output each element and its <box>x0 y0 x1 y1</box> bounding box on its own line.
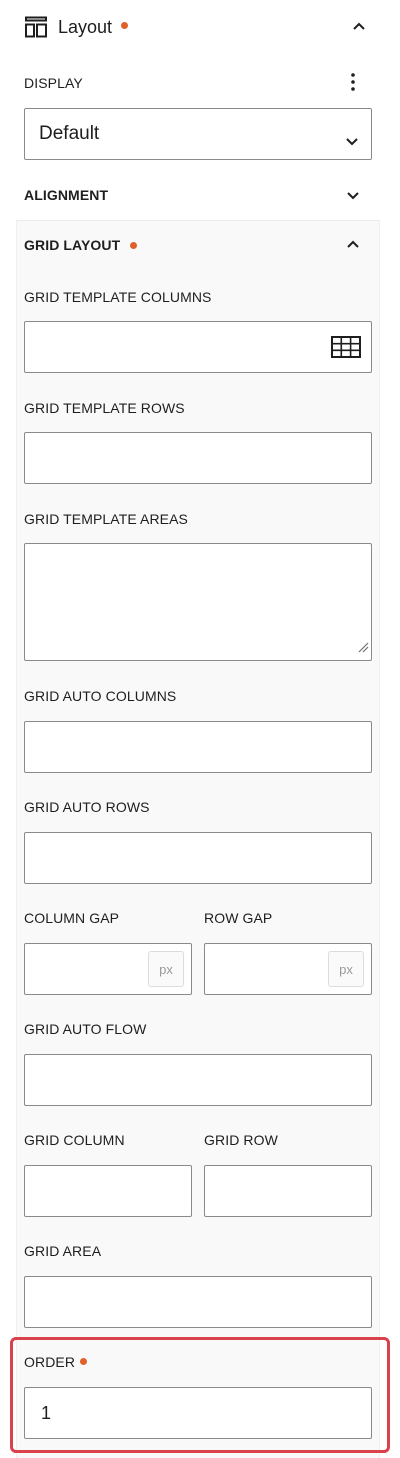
chevron-up-icon <box>346 236 360 254</box>
row-gap-label: ROW GAP <box>204 910 273 926</box>
column-gap-input[interactable]: px <box>24 943 192 995</box>
grid-column-input[interactable] <box>24 1165 192 1217</box>
grid-template-rows-label: GRID TEMPLATE ROWS <box>24 400 185 416</box>
grid-template-areas-label: GRID TEMPLATE AREAS <box>24 511 188 527</box>
order-input[interactable]: 1 <box>24 1387 372 1439</box>
grid-area-label: GRID AREA <box>24 1243 102 1259</box>
grid-auto-columns-input[interactable] <box>24 721 372 773</box>
alignment-label: ALIGNMENT <box>24 187 109 203</box>
grid-template-columns-input[interactable] <box>24 321 372 373</box>
chevron-down-icon <box>345 130 359 152</box>
grid-row-input[interactable] <box>204 1165 372 1217</box>
grid-column-label: GRID COLUMN <box>24 1132 125 1148</box>
grid-auto-rows-label: GRID AUTO ROWS <box>24 799 150 815</box>
grid-template-areas-textarea[interactable] <box>24 543 372 661</box>
chevron-up-icon[interactable] <box>350 18 368 34</box>
display-label: DISPLAY <box>24 75 83 91</box>
modified-indicator-dot <box>121 22 128 29</box>
alignment-section-toggle[interactable]: ALIGNMENT <box>0 178 400 210</box>
modified-indicator-dot <box>80 1358 87 1365</box>
resize-handle-icon[interactable] <box>357 637 369 658</box>
row-gap-unit[interactable]: px <box>328 951 364 987</box>
grid-table-icon[interactable] <box>331 336 361 363</box>
grid-template-columns-label: GRID TEMPLATE COLUMNS <box>24 289 212 305</box>
column-gap-label: COLUMN GAP <box>24 910 120 926</box>
grid-layout-section-toggle[interactable]: GRID LAYOUT <box>16 226 380 260</box>
grid-area-input[interactable] <box>24 1276 372 1328</box>
chevron-down-icon <box>346 187 360 205</box>
grid-template-rows-input[interactable] <box>24 432 372 484</box>
grid-auto-flow-label: GRID AUTO FLOW <box>24 1021 147 1037</box>
grid-auto-flow-input[interactable] <box>24 1054 372 1106</box>
modified-indicator-dot <box>130 242 137 249</box>
order-label: ORDER <box>24 1354 76 1370</box>
grid-row-label: GRID ROW <box>204 1132 278 1148</box>
display-select[interactable]: Default <box>24 108 372 160</box>
display-select-value: Default <box>39 123 100 144</box>
grid-layout-label: GRID LAYOUT <box>24 237 121 253</box>
panel-title: Layout <box>58 17 113 37</box>
row-gap-input[interactable]: px <box>204 943 372 995</box>
order-value: 1 <box>41 1402 52 1423</box>
layout-icon <box>24 16 48 38</box>
grid-auto-columns-label: GRID AUTO COLUMNS <box>24 688 177 704</box>
grid-auto-rows-input[interactable] <box>24 832 372 884</box>
layout-panel-header[interactable]: Layout <box>0 0 400 56</box>
column-gap-unit[interactable]: px <box>148 951 184 987</box>
more-vertical-icon[interactable] <box>343 72 363 92</box>
